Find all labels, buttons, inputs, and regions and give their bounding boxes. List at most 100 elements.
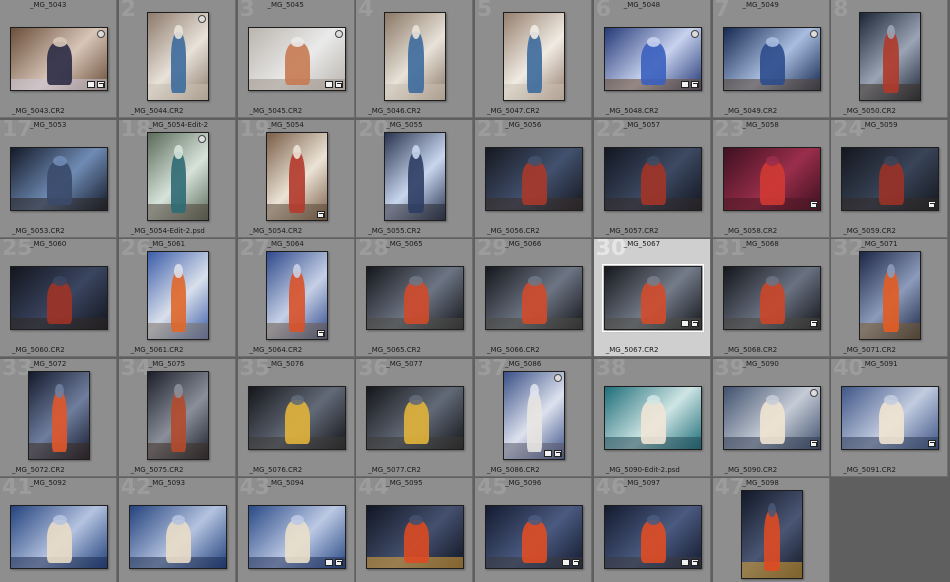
pick-flag-icon[interactable]	[809, 30, 818, 38]
grid-cell[interactable]: 36 _MG_5077 _MG_5077.CR2	[356, 358, 474, 477]
grid-cell[interactable]: 30 _MG_5067 _MG_5067.CR2	[593, 239, 711, 357]
photo-thumbnail[interactable]	[841, 146, 940, 211]
photo-thumbnail[interactable]	[247, 385, 346, 450]
photo-thumbnail[interactable]	[859, 12, 922, 101]
grid-cell[interactable]: 33 _MG_5072 _MG_5072.CR2	[0, 358, 117, 477]
grid-cell[interactable]: 42_MG_5093_MG_5093.CR2	[118, 478, 236, 582]
photo-thumbnail[interactable]	[146, 251, 209, 340]
photo-thumbnail[interactable]	[146, 370, 209, 460]
photo-thumbnail[interactable]	[841, 385, 940, 450]
photo-thumbnail[interactable]	[485, 146, 583, 211]
develop-adjustments-icon[interactable]	[334, 559, 343, 566]
grid-cell[interactable]: 39 _MG_5090 _MG_5090.CR2	[712, 358, 830, 477]
photo-thumbnail[interactable]	[247, 27, 346, 91]
photo-thumbnail[interactable]	[859, 251, 922, 340]
develop-adjustments-icon[interactable]	[809, 439, 818, 447]
grid-cell[interactable]: 28 _MG_5065 _MG_5065.CR2	[356, 239, 474, 357]
photo-thumbnail[interactable]	[128, 505, 227, 569]
grid-cell[interactable]: 22 _MG_5057 _MG_5057.CR2	[593, 119, 711, 238]
develop-adjustments-icon[interactable]	[690, 81, 699, 88]
grid-cell[interactable]: 29 _MG_5066 _MG_5066.CR2	[475, 239, 592, 357]
photo-thumbnail[interactable]	[740, 490, 803, 579]
grid-cell[interactable]: 6 _MG_5048 _MG_5048.CR2	[593, 0, 711, 118]
photo-thumbnail[interactable]	[722, 27, 821, 91]
grid-cell[interactable]: 40 _MG_5091 _MG_5091.CR2	[831, 358, 949, 477]
grid-cell[interactable]: 7 _MG_5049 _MG_5049.CR2	[712, 0, 830, 118]
photo-thumbnail[interactable]	[10, 146, 108, 211]
grid-cell[interactable]: 21 _MG_5056 _MG_5056.CR2	[475, 119, 592, 238]
grid-cell[interactable]: 25 _MG_5060 _MG_5060.CR2	[0, 239, 117, 357]
photo-thumbnail[interactable]	[384, 12, 447, 101]
grid-cell[interactable]: 2 _MG_5044.CR2	[118, 0, 236, 118]
grid-cell[interactable]: 4 _MG_5046.CR2	[356, 0, 474, 118]
grid-cell[interactable]: 20 _MG_5055 _MG_5055.CR2	[356, 119, 474, 238]
photo-thumbnail[interactable]	[265, 131, 328, 221]
photo-thumbnail[interactable]	[603, 146, 702, 211]
pick-flag-icon[interactable]	[690, 30, 699, 38]
grid-cell[interactable]: 43_MG_5094_MG_5094.CR2	[237, 478, 355, 582]
grid-cell[interactable]: 47_MG_5098_MG_5098.CR2	[712, 478, 830, 582]
grid-cell[interactable]: 44_MG_5095_MG_5095.CR2	[356, 478, 474, 582]
grid-cell[interactable]: 38 _MG_5090-Edit-2.psd	[593, 358, 711, 477]
grid-cell[interactable]: 26 _MG_5061 _MG_5061.CR2	[118, 239, 236, 357]
photo-thumbnail[interactable]	[603, 385, 702, 450]
grid-cell[interactable]: 19 _MG_5054 _MG_5054.CR2	[237, 119, 355, 238]
develop-adjustments-icon[interactable]	[690, 559, 699, 566]
pick-flag-icon[interactable]	[554, 373, 562, 382]
grid-cell[interactable]: 17 _MG_5053 _MG_5053.CR2	[0, 119, 117, 238]
grid-cell[interactable]: 32 _MG_5071 _MG_5071.CR2	[831, 239, 949, 357]
crop-badge-icon[interactable]	[324, 81, 333, 88]
crop-badge-icon[interactable]	[680, 559, 689, 566]
develop-adjustments-icon[interactable]	[97, 81, 105, 88]
photo-thumbnail[interactable]	[722, 385, 821, 450]
photo-thumbnail[interactable]	[722, 146, 821, 211]
grid-cell[interactable]: 45_MG_5096_MG_5096.CR2	[475, 478, 592, 582]
grid-cell[interactable]: 24 _MG_5059 _MG_5059.CR2	[831, 119, 949, 238]
grid-cell[interactable]: 34 _MG_5075 _MG_5075.CR2	[118, 358, 236, 477]
photo-thumbnail[interactable]	[366, 266, 465, 330]
grid-cell[interactable]: 8 _MG_5050.CR2	[831, 0, 949, 118]
photo-thumbnail[interactable]	[366, 505, 465, 569]
photo-thumbnail[interactable]	[384, 131, 447, 221]
pick-flag-icon[interactable]	[197, 134, 206, 143]
crop-badge-icon[interactable]	[680, 81, 689, 88]
grid-cell[interactable]: 37 _MG_5086 _MG_5086.CR2	[475, 358, 592, 477]
develop-adjustments-icon[interactable]	[334, 81, 343, 88]
photo-thumbnail[interactable]	[603, 505, 702, 569]
photo-thumbnail[interactable]	[503, 12, 565, 101]
pick-flag-icon[interactable]	[334, 30, 343, 38]
grid-cell[interactable]: 5 _MG_5047.CR2	[475, 0, 592, 118]
photo-thumbnail[interactable]	[10, 27, 108, 91]
crop-badge-icon[interactable]	[87, 81, 95, 88]
pick-flag-icon[interactable]	[809, 388, 818, 397]
develop-adjustments-icon[interactable]	[809, 320, 818, 327]
photo-thumbnail[interactable]	[485, 266, 583, 330]
photo-thumbnail[interactable]	[603, 27, 702, 91]
grid-cell[interactable]: 23 _MG_5058 _MG_5058.CR2	[712, 119, 830, 238]
pick-flag-icon[interactable]	[197, 15, 206, 23]
photo-thumbnail[interactable]	[10, 505, 108, 569]
photo-thumbnail[interactable]	[265, 251, 328, 340]
pick-flag-icon[interactable]	[97, 30, 105, 38]
grid-cell[interactable]: 35 _MG_5076 _MG_5076.CR2	[237, 358, 355, 477]
develop-adjustments-icon[interactable]	[809, 200, 818, 208]
photo-thumbnail[interactable]	[722, 266, 821, 330]
grid-cell[interactable]: 18 _MG_5054-Edit-2 _MG_5054-Edit-2.psd	[118, 119, 236, 238]
develop-adjustments-icon[interactable]	[316, 210, 325, 218]
photo-thumbnail[interactable]	[28, 370, 90, 460]
grid-cell[interactable]: 31 _MG_5068 _MG_5068.CR2	[712, 239, 830, 357]
photo-thumbnail[interactable]	[146, 12, 209, 101]
develop-adjustments-icon[interactable]	[928, 200, 937, 208]
develop-adjustments-icon[interactable]	[572, 559, 580, 566]
grid-cell[interactable]: 27 _MG_5064 _MG_5064.CR2	[237, 239, 355, 357]
develop-adjustments-icon[interactable]	[928, 439, 937, 447]
grid-cell[interactable]: 41_MG_5092_MG_5092.CR2	[0, 478, 117, 582]
crop-badge-icon[interactable]	[562, 559, 570, 566]
photo-thumbnail[interactable]	[503, 370, 565, 460]
photo-thumbnail[interactable]	[247, 505, 346, 569]
grid-cell[interactable]: _MG_5043 _MG_5043.CR2	[0, 0, 117, 118]
photo-thumbnail[interactable]	[10, 266, 108, 330]
develop-adjustments-icon[interactable]	[316, 330, 325, 337]
photo-thumbnail[interactable]	[146, 131, 209, 221]
develop-adjustments-icon[interactable]	[690, 320, 699, 327]
